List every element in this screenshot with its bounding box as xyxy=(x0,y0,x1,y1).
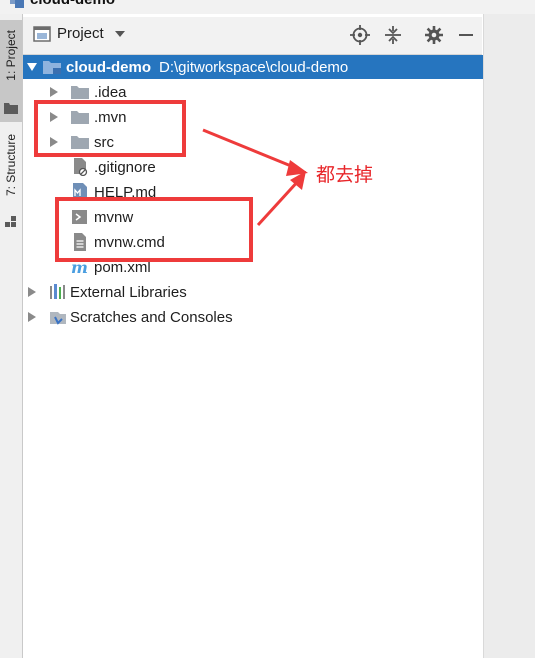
annotation-arrows xyxy=(202,128,308,227)
annotation-text: 都去掉 xyxy=(316,164,374,186)
